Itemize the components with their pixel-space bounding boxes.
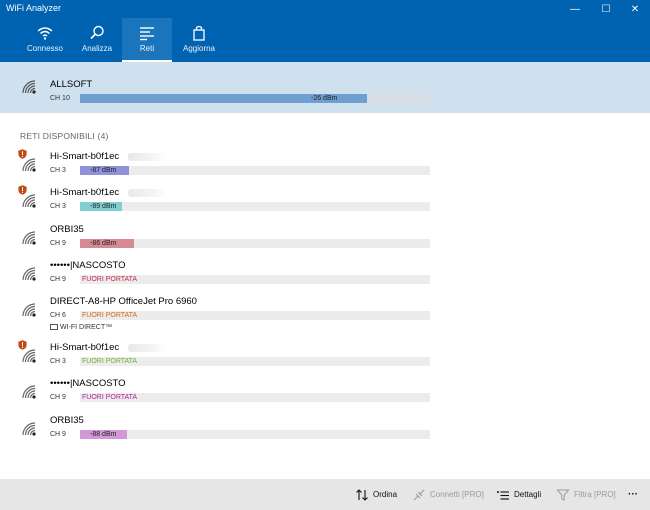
redacted-mac-suffix (128, 344, 166, 352)
network-name: ••••••|NASCOSTO (50, 260, 126, 271)
section-title: RETI DISPONIBILI (4) (20, 131, 109, 141)
network-row[interactable]: Hi-Smart-b0f1ec CH 3 -87 dBm (0, 149, 650, 184)
app-title: WiFi Analyzer (6, 3, 62, 13)
details-label: Dettagli (514, 490, 542, 499)
signal-bar: FUORI PORTATA (80, 357, 430, 366)
wifi-signal-icon (22, 80, 36, 94)
network-channel: CH 6 (50, 312, 66, 319)
signal-value: -88 dBm (90, 431, 117, 438)
connected-network[interactable]: ALLSOFT CH 10 -26 dBm (0, 62, 650, 113)
security-warning-icon (18, 149, 27, 159)
tab-connesso-label: Connesso (26, 44, 64, 53)
network-row[interactable]: DIRECT-A8-HP OfficeJet Pro 6960 CH 6 FUORI… (0, 295, 650, 331)
network-name: Hi-Smart-b0f1ec (50, 342, 120, 353)
tab-bar: Connesso Analizza Reti Aggiorna (0, 18, 650, 62)
signal-bar: -88 dBm (80, 430, 430, 439)
redacted-mac-suffix (128, 189, 166, 197)
search-icon (90, 25, 104, 40)
tab-reti-label: Reti (139, 44, 155, 53)
sort-label: Ordina (373, 490, 398, 499)
details-button[interactable]: Dettagli (496, 479, 541, 510)
signal-bar: FUORI PORTATA (80, 393, 430, 402)
shopping-bag-icon (193, 25, 205, 41)
network-name: Hi-Smart-b0f1ec (50, 151, 120, 162)
out-of-range-label: FUORI PORTATA (82, 358, 138, 365)
network-row[interactable]: Hi-Smart-b0f1ec CH 3 FUORI PORTATA (0, 340, 650, 375)
connect-icon (413, 489, 425, 500)
wifi-signal-icon (22, 267, 36, 281)
list-icon (140, 27, 154, 41)
network-name: Hi-Smart-b0f1ec (50, 187, 120, 198)
sort-icon (356, 488, 368, 501)
tab-connesso[interactable]: Connesso (20, 18, 70, 62)
security-warning-icon (18, 185, 27, 195)
out-of-range-label: FUORI PORTATA (82, 394, 138, 401)
out-of-range-label: FUORI PORTATA (82, 276, 138, 283)
out-of-range-label: FUORI PORTATA (82, 312, 138, 319)
signal-value: -87 dBm (90, 167, 117, 174)
network-channel: CH 9 (50, 276, 66, 283)
redacted-mac-suffix (128, 153, 166, 161)
command-bar: Ordina Connetti [PRO] Dettagli Filtra [P… (0, 479, 650, 510)
network-name: DIRECT-A8-HP OfficeJet Pro 6960 (50, 296, 197, 307)
filter-label: Filtra [PRO] (574, 490, 616, 499)
network-channel: CH 9 (50, 431, 66, 438)
title-bar: WiFi Analyzer — ☐ ✕ (0, 0, 650, 18)
more-button[interactable]: ··· (628, 479, 638, 510)
signal-bar: -87 dBm (80, 166, 430, 175)
tab-aggiorna-label: Aggiorna (182, 44, 216, 53)
maximize-button[interactable]: ☐ (591, 0, 621, 18)
sort-button[interactable]: Ordina (355, 479, 397, 510)
signal-bar: -26 dBm (80, 94, 430, 103)
network-name: ORBI35 (50, 224, 84, 235)
details-list-icon (497, 490, 509, 500)
wifi-signal-icon (22, 231, 36, 245)
network-row[interactable]: ••••••|NASCOSTO CH 9 FUORI PORTATA (0, 259, 650, 293)
connect-button[interactable]: Connetti [PRO] (412, 479, 484, 510)
signal-bar: FUORI PORTATA (80, 311, 430, 320)
network-channel: CH 3 (50, 358, 66, 365)
tab-analizza-label: Analizza (81, 44, 113, 53)
printer-icon (50, 324, 58, 330)
tab-analizza[interactable]: Analizza (72, 18, 122, 62)
network-name: ••••••|NASCOSTO (50, 378, 126, 389)
network-row[interactable]: ORBI35 CH 9 -88 dBm (0, 414, 650, 448)
wifi-signal-icon (22, 422, 36, 436)
connected-network-channel: CH 10 (50, 95, 70, 102)
connected-network-name: ALLSOFT (50, 79, 93, 90)
network-channel: CH 3 (50, 167, 66, 174)
network-name: ORBI35 (50, 415, 84, 426)
filter-icon (556, 489, 570, 501)
network-channel: CH 9 (50, 394, 66, 401)
network-row[interactable]: ••••••|NASCOSTO CH 9 FUORI PORTATA (0, 377, 650, 411)
wifi-signal-icon (22, 385, 36, 399)
minimize-button[interactable]: — (560, 0, 590, 18)
connect-label: Connetti [PRO] (430, 490, 484, 499)
signal-value: -86 dBm (90, 240, 117, 247)
security-warning-icon (18, 340, 27, 350)
wifi-direct-label: WI-FI DIRECT™ (50, 324, 112, 331)
wifi-direct-text: WI-FI DIRECT™ (60, 324, 113, 331)
signal-value: -26 dBm (311, 95, 338, 102)
network-row[interactable]: ORBI35 CH 9 -86 dBm (0, 223, 650, 257)
signal-value: -89 dBm (90, 203, 117, 210)
network-channel: CH 9 (50, 240, 66, 247)
network-row[interactable]: Hi-Smart-b0f1ec CH 3 -89 dBm (0, 185, 650, 220)
wifi-signal-icon (22, 303, 36, 317)
signal-bar: -86 dBm (80, 239, 430, 248)
wifi-icon (37, 27, 53, 40)
filter-button[interactable]: Filtra [PRO] (556, 479, 616, 510)
signal-bar: FUORI PORTATA (80, 275, 430, 284)
signal-bar: -89 dBm (80, 202, 430, 211)
network-channel: CH 3 (50, 203, 66, 210)
tab-reti[interactable]: Reti (122, 18, 172, 62)
tab-aggiorna[interactable]: Aggiorna (174, 18, 224, 62)
close-button[interactable]: ✕ (620, 0, 650, 18)
